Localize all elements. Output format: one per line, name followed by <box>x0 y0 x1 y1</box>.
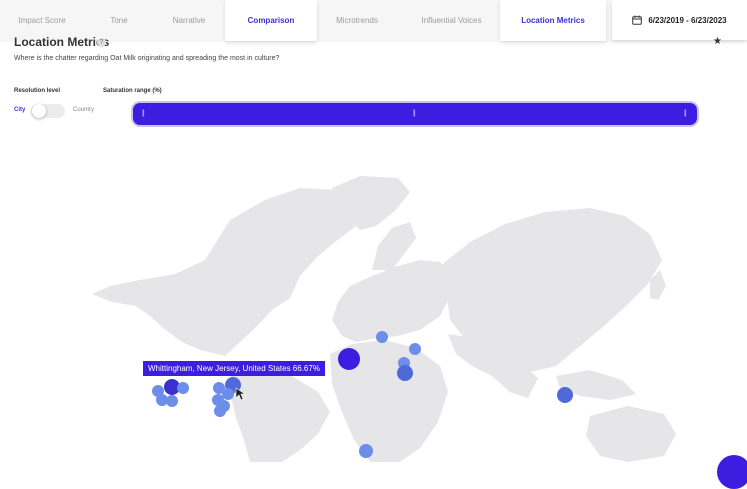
page-subtitle: Where is the chatter regarding Oat Milk … <box>14 55 280 62</box>
land-europe <box>332 260 452 342</box>
resolution-option-country[interactable]: Country <box>73 107 94 113</box>
range-handle-mid[interactable]: || <box>413 110 415 117</box>
resolution-toggle[interactable] <box>31 104 65 118</box>
land-south-america <box>230 362 330 462</box>
saturation-range-slider[interactable]: || || || <box>133 103 697 125</box>
map-point <box>166 395 178 407</box>
land-north-america <box>92 188 360 356</box>
range-handle-min[interactable]: || <box>142 110 144 117</box>
chat-button[interactable] <box>717 455 747 489</box>
world-map[interactable] <box>0 130 747 462</box>
map-point <box>222 388 234 400</box>
calendar-icon <box>632 15 643 25</box>
tab-microtrends[interactable]: Microtrends <box>318 0 396 41</box>
map-point <box>409 343 421 355</box>
range-handle-max[interactable]: || <box>684 110 686 117</box>
map-point <box>338 348 360 370</box>
tab-comparison[interactable]: Comparison <box>225 0 317 41</box>
map-point <box>177 382 189 394</box>
map-point <box>376 331 388 343</box>
land-shapes <box>92 176 676 462</box>
tab-influential-voices[interactable]: Influential Voices <box>400 0 503 41</box>
date-range-picker[interactable]: 6/23/2019 - 6/23/2023 <box>612 0 747 40</box>
date-range-label: 6/23/2019 - 6/23/2023 <box>648 15 727 25</box>
help-icon[interactable]: ? <box>97 38 106 47</box>
map-point <box>397 365 413 381</box>
map-point <box>359 444 373 458</box>
land-scandinavia <box>372 222 416 270</box>
resolution-option-city[interactable]: City <box>14 107 25 113</box>
map-point <box>557 387 573 403</box>
saturation-range-label: Saturation range (%) <box>103 88 162 94</box>
toggle-knob <box>32 104 46 118</box>
location-tooltip: Whittingham, New Jersey, United States 6… <box>143 361 325 376</box>
tab-bar: Impact Score Tone Narrative Comparison M… <box>0 0 747 42</box>
land-australia <box>586 406 676 462</box>
pin-icon[interactable]: ★ <box>713 36 722 47</box>
map-point <box>214 405 226 417</box>
resolution-level-label: Resolution level <box>14 88 61 94</box>
tab-location-metrics[interactable]: Location Metrics <box>500 0 606 41</box>
tab-narrative[interactable]: Narrative <box>154 0 224 41</box>
page-title: Location Metrics <box>14 35 110 49</box>
